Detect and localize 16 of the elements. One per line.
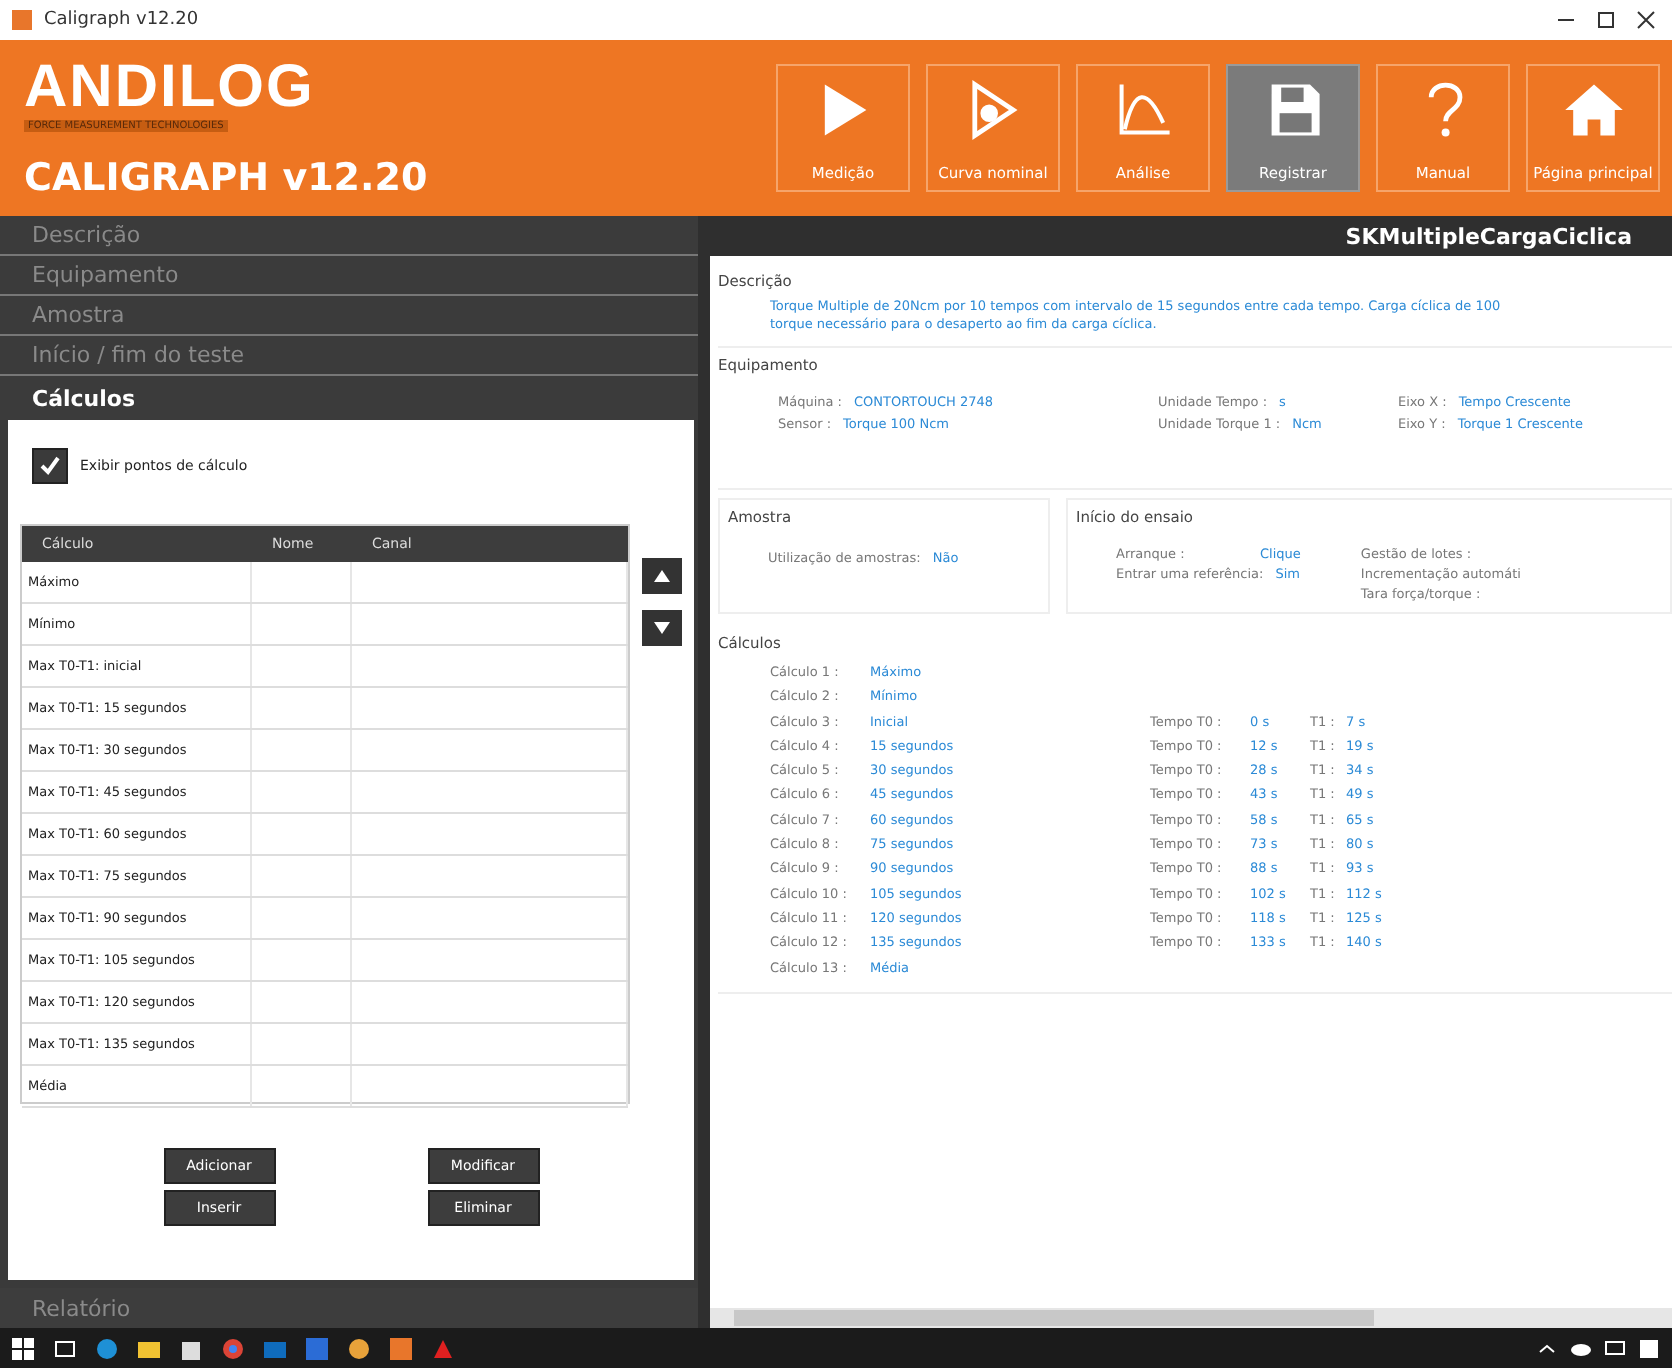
horizontal-scrollbar[interactable] xyxy=(710,1308,1672,1328)
network-icon[interactable] xyxy=(1604,1337,1626,1359)
maximize-icon[interactable] xyxy=(1592,6,1620,34)
checkbox[interactable] xyxy=(32,448,68,484)
folder-icon[interactable] xyxy=(138,1337,160,1359)
report-title: SKMultipleCargaCiclica xyxy=(1343,221,1634,253)
windows-start-icon[interactable] xyxy=(12,1337,34,1359)
up-arrow-icon xyxy=(654,570,670,582)
logo: ANDILOG xyxy=(24,56,317,120)
move-down-button[interactable] xyxy=(642,610,682,646)
task-view-icon[interactable] xyxy=(54,1337,76,1359)
down-arrow-icon xyxy=(654,622,670,634)
window-title: Caligraph v12.20 xyxy=(44,10,201,30)
move-up-button[interactable] xyxy=(642,558,682,594)
close-icon[interactable] xyxy=(1632,6,1660,34)
product-name: CALIGRAPH v12.20 xyxy=(24,156,430,200)
